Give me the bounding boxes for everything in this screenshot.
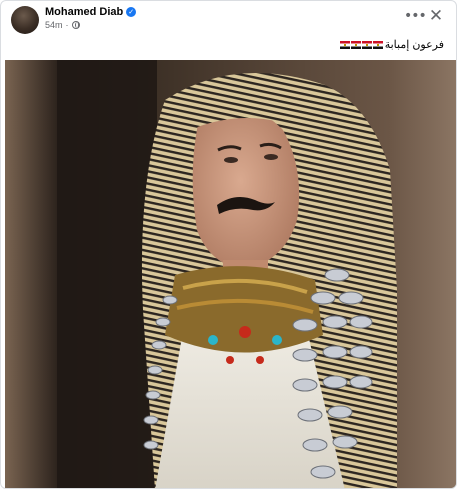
caption-text: فرعون إمبابة	[384, 39, 444, 51]
photo-illustration	[5, 60, 456, 488]
post-caption: فرعون إمبابة	[339, 38, 444, 51]
post-header: Mohamed Diab ✓ 54m · ••• ✕	[1, 1, 456, 37]
post-meta: 54m ·	[45, 20, 80, 30]
post-photo[interactable]	[5, 60, 456, 488]
caption-flags	[339, 40, 383, 49]
post-card: Mohamed Diab ✓ 54m · ••• ✕ فرعون إمبابة	[0, 0, 457, 489]
egypt-flag-icon	[372, 40, 383, 49]
author-row: Mohamed Diab ✓	[45, 6, 137, 18]
dot-separator: ·	[65, 20, 69, 30]
egypt-flag-icon	[350, 40, 361, 49]
author-avatar[interactable]	[11, 6, 39, 34]
author-name[interactable]: Mohamed Diab	[45, 6, 123, 18]
egypt-flag-icon	[339, 40, 350, 49]
post-timestamp[interactable]: 54m	[45, 20, 63, 30]
globe-icon[interactable]	[71, 21, 80, 29]
egypt-flag-icon	[361, 40, 372, 49]
more-options-button[interactable]: •••	[404, 9, 427, 27]
verified-badge-icon: ✓	[126, 7, 137, 17]
close-button[interactable]: ✕	[427, 7, 445, 25]
